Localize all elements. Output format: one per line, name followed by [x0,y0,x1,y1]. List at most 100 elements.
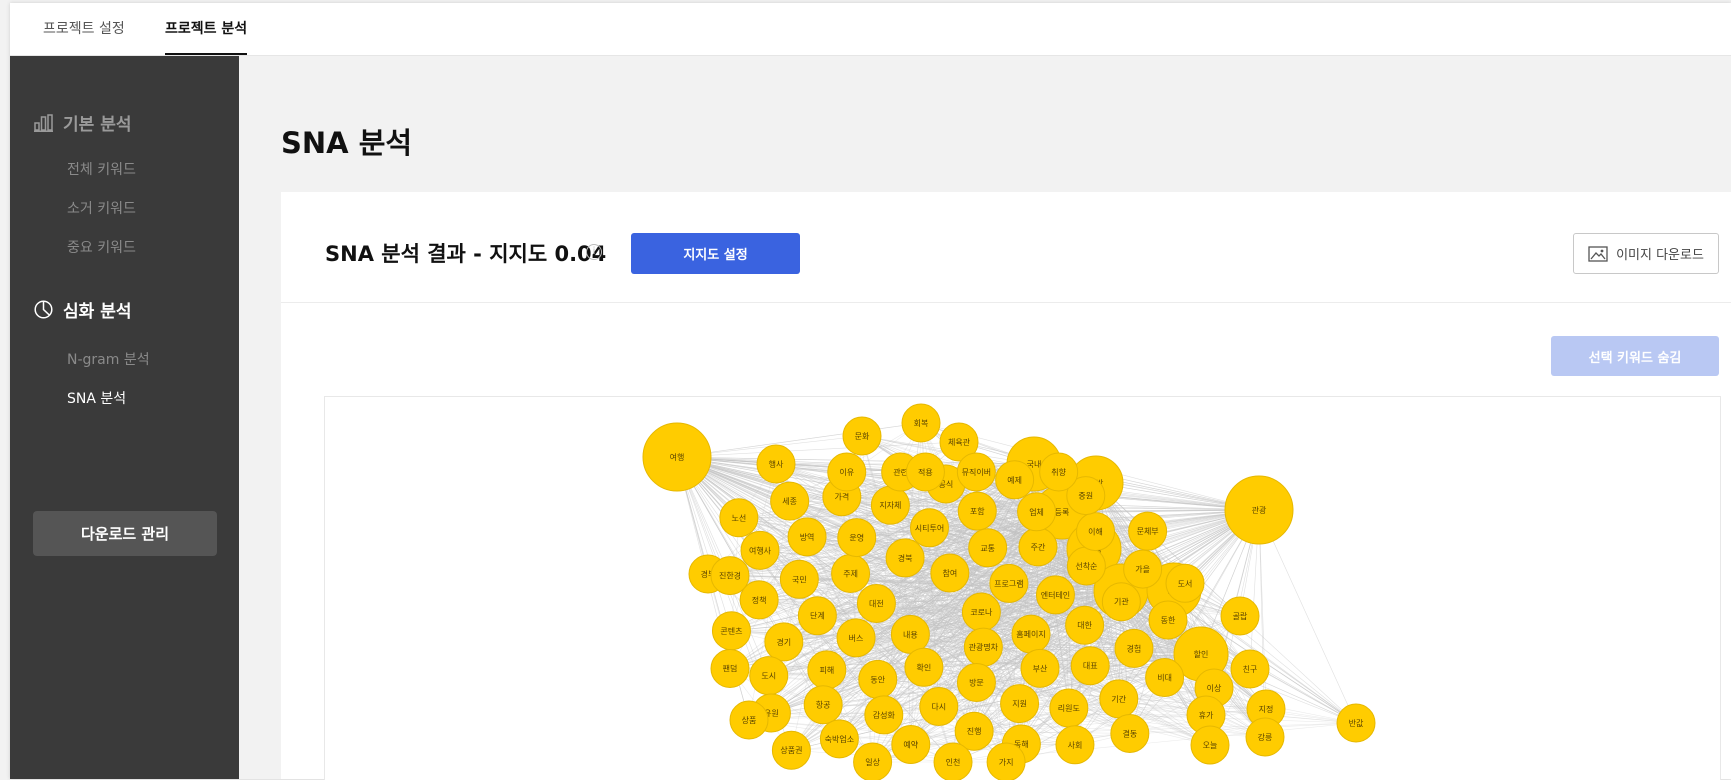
network-node[interactable]: 홈페이지 [1012,615,1050,653]
network-node[interactable]: 업체 [1018,493,1056,531]
sna-network-graph[interactable]: 여행관광국내숙박문화회복체육관행사코로나내용참여관광명차대전프로그램확인경북홈페… [324,396,1721,780]
network-node[interactable]: 주간 [1019,528,1057,566]
network-node[interactable]: 다시 [920,688,958,726]
image-download-button[interactable]: 이미지 다운로드 [1573,233,1719,274]
sidebar-section-deep[interactable]: 심화 분석 [34,297,131,322]
sidebar-item-sna[interactable]: SNA 분석 [67,388,126,408]
network-node[interactable]: 인천 [934,743,972,780]
network-canvas[interactable]: 여행관광국내숙박문화회복체육관행사코로나내용참여관광명차대전프로그램확인경북홈페… [325,397,1720,780]
sidebar-item-all-keywords[interactable]: 전체 키워드 [67,159,136,179]
network-node[interactable]: 문체부 [1129,512,1167,550]
network-node-label: 항공 [816,701,831,710]
sidebar-section-basic[interactable]: 기본 분석 [34,110,131,135]
network-node[interactable]: 취향 [1040,453,1078,491]
network-node-label: 체육관 [948,437,971,447]
network-node[interactable]: 참여 [931,554,969,592]
network-node[interactable]: 확인 [905,648,943,686]
network-node[interactable]: 감성화 [865,696,903,734]
network-node[interactable]: 피해 [808,651,846,689]
network-node[interactable]: 가지 [987,743,1025,780]
network-node[interactable]: 주제 [832,554,870,592]
network-node[interactable]: 시티투어 [910,509,948,547]
top-tab-bar: 프로젝트 설정 프로젝트 분석 [10,3,1731,56]
network-node[interactable]: 프로그램 [990,564,1028,602]
sidebar-item-removed-keywords[interactable]: 소거 키워드 [67,198,136,218]
network-node[interactable]: 진한경 [711,557,749,595]
network-node[interactable]: 도시 [750,657,788,695]
network-node[interactable]: 단계 [798,597,836,635]
network-node[interactable]: 오늘 [1191,726,1229,764]
support-settings-button[interactable]: 지지도 설정 [631,233,800,274]
download-management-button[interactable]: 다운로드 관리 [33,511,217,556]
network-node[interactable]: 경기 [765,623,803,661]
network-node[interactable]: 대전 [857,584,895,622]
sidebar-item-ngram[interactable]: N-gram 분석 [67,349,150,369]
network-node-label: 콘텐츠 [720,626,742,636]
network-node[interactable]: 여행사 [741,531,779,569]
network-node[interactable]: 지원 [1001,685,1039,723]
network-node-label: 지자체 [879,500,901,510]
network-node[interactable]: 내용 [891,615,929,653]
network-node[interactable]: 지자체 [871,486,909,524]
network-node[interactable]: 이유 [828,453,866,491]
network-node[interactable]: 부산 [1021,649,1059,687]
info-icon[interactable]: i [586,244,602,260]
network-node[interactable]: 반값 [1337,704,1375,742]
network-node[interactable]: 도서 [1166,564,1204,602]
network-node-label: 휴가 [1199,711,1214,720]
network-node[interactable]: 방문 [957,664,995,702]
network-node[interactable]: 팬덤 [711,650,749,688]
network-node[interactable]: 상품 [730,701,768,739]
tab-project-settings[interactable]: 프로젝트 설정 [43,3,125,55]
network-node[interactable]: 경험 [1115,629,1153,667]
network-node[interactable]: 여행 [643,423,711,491]
network-node[interactable]: 친구 [1231,650,1269,688]
network-node[interactable]: 기간 [1100,680,1138,718]
network-node[interactable]: 엔터테인 [1036,576,1074,614]
network-node[interactable]: 상품권 [772,731,810,769]
network-node[interactable]: 결동 [1111,714,1149,752]
network-node[interactable]: 뮤직이버 [957,453,995,491]
network-node[interactable]: 코로나 [962,593,1000,631]
network-node[interactable]: 숙박업소 [820,720,858,758]
network-node[interactable]: 예제 [996,461,1034,499]
network-node[interactable]: 행사 [757,445,795,483]
network-node[interactable]: 콘텐츠 [712,612,750,650]
network-node[interactable]: 버스 [837,619,875,657]
network-node[interactable]: 일상 [854,743,892,780]
network-node[interactable]: 항공 [804,686,842,724]
network-node[interactable]: 비대 [1146,659,1184,697]
network-node[interactable]: 강릉 [1246,718,1284,756]
network-node[interactable]: 기관 [1102,583,1140,621]
network-node[interactable]: 대한 [1066,606,1104,644]
network-node[interactable]: 방역 [788,518,826,556]
network-node-label: 강릉 [1258,732,1273,742]
network-node[interactable]: 예약 [892,725,930,763]
hide-selected-keywords-button[interactable]: 선택 키워드 숨김 [1551,336,1719,376]
network-node-label: 중원 [1078,492,1093,501]
tab-project-analysis[interactable]: 프로젝트 분석 [165,3,247,55]
network-node[interactable]: 경북 [886,539,924,577]
network-node[interactable]: 회복 [902,404,940,442]
network-node[interactable]: 문화 [843,417,881,455]
network-node[interactable]: 교통 [969,529,1007,567]
network-node[interactable]: 이해 [1077,513,1115,551]
network-node[interactable]: 관광명차 [964,628,1002,666]
network-node[interactable]: 사회 [1056,726,1094,764]
network-node[interactable]: 골랍 [1221,597,1259,635]
network-node[interactable]: 국민 [780,560,818,598]
network-node[interactable]: 가을 [1124,550,1162,588]
network-node[interactable]: 선착순 [1067,547,1105,585]
network-node[interactable]: 포함 [958,492,996,530]
network-node[interactable]: 노선 [720,499,758,537]
network-node-label: 문화 [855,432,870,441]
sidebar-item-important-keywords[interactable]: 중요 키워드 [67,237,136,257]
network-node[interactable]: 대표 [1071,647,1109,685]
network-node[interactable]: 동안 [859,660,897,698]
network-node[interactable]: 세종 [771,482,809,520]
network-node[interactable]: 적용 [906,453,944,491]
network-node[interactable]: 운영 [838,519,876,557]
network-node[interactable]: 리원도 [1050,689,1088,727]
network-node[interactable]: 관광 [1225,476,1293,544]
network-node[interactable]: 동한 [1149,601,1187,639]
